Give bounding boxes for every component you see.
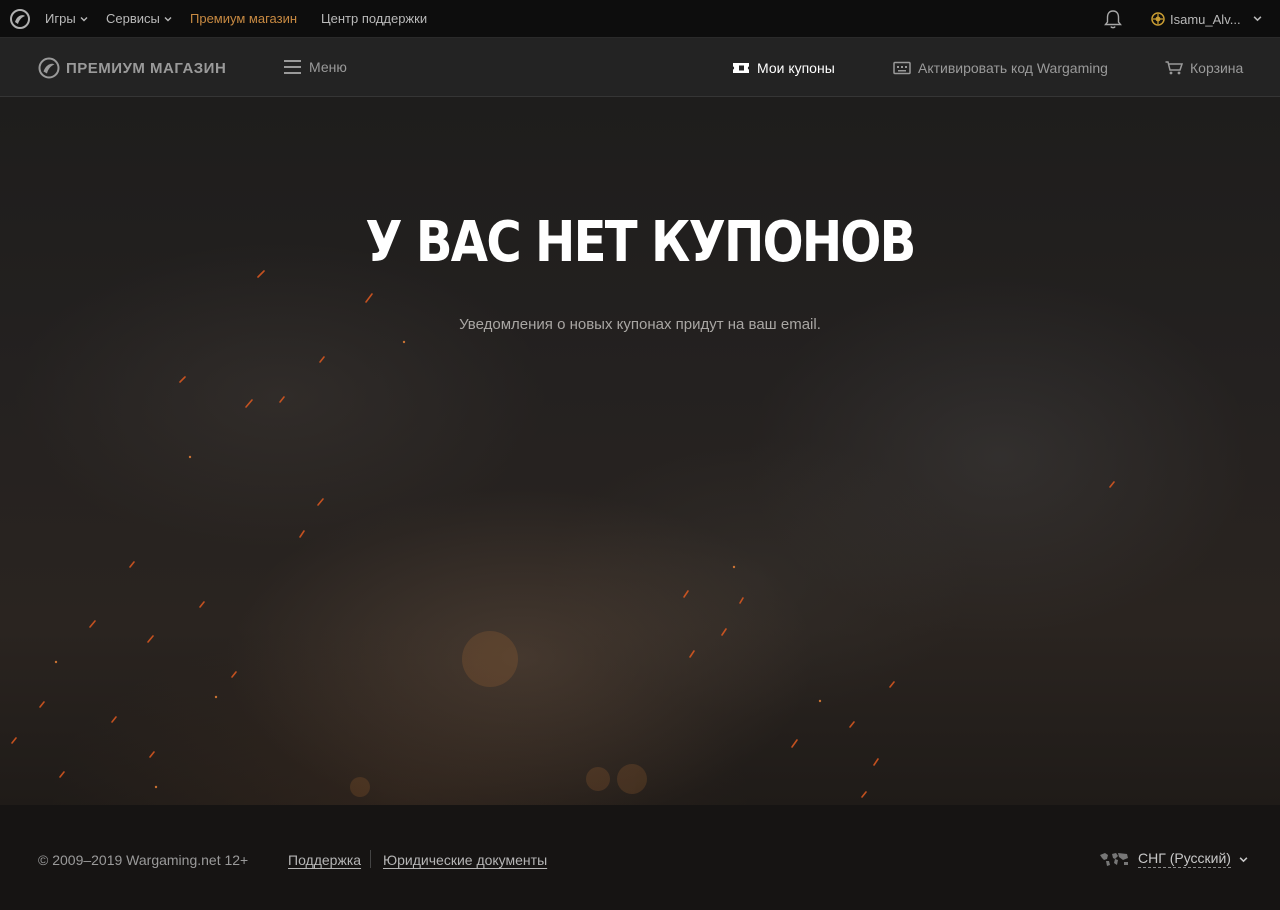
services-menu[interactable]: Сервисы	[106, 11, 172, 26]
premium-shop-label: Премиум магазин	[190, 11, 298, 26]
activate-code-label: Активировать код Wargaming	[918, 60, 1108, 76]
my-coupons-link[interactable]: Мои купоны	[732, 60, 835, 76]
chevron-down-icon	[80, 16, 88, 21]
legal-documents-link[interactable]: Юридические документы	[383, 852, 547, 868]
copyright-text: © 2009–2019 Wargaming.net 12+	[38, 852, 249, 868]
clan-crest-icon	[1151, 12, 1165, 26]
shop-header: ПРЕМИУМ МАГАЗИН Меню Мои купоны Активиро…	[0, 38, 1280, 97]
premium-shop-logo[interactable]: ПРЕМИУМ МАГАЗИН	[38, 57, 226, 79]
premium-shop-link[interactable]: Премиум магазин	[190, 11, 297, 26]
ember-sparks-background	[11, 270, 1115, 798]
page-footer: © 2009–2019 Wargaming.net 12+ Поддержка …	[0, 805, 1280, 910]
chevron-down-icon	[164, 16, 172, 21]
global-top-bar: Игры Сервисы Премиум магазин Центр подде…	[0, 0, 1280, 38]
my-coupons-label: Мои купоны	[757, 60, 835, 76]
empty-coupons-subtitle: Уведомления о новых купонах придут на ва…	[459, 316, 821, 333]
notifications-bell-icon[interactable]	[1102, 8, 1124, 30]
wargaming-logo-icon	[38, 57, 60, 79]
wargaming-logo-icon[interactable]	[10, 9, 30, 29]
hamburger-menu-icon	[284, 60, 301, 74]
support-center-link[interactable]: Центр поддержки	[321, 11, 427, 26]
shop-logo-text: ПРЕМИУМ МАГАЗИН	[66, 59, 227, 77]
cart-icon	[1165, 61, 1183, 75]
username: Isamu_Alv...	[1170, 11, 1241, 27]
services-menu-label: Сервисы	[106, 11, 160, 26]
region-language-selector[interactable]: СНГ (Русский)	[1098, 850, 1248, 868]
support-link[interactable]: Поддержка	[288, 852, 361, 868]
user-account-menu[interactable]: Isamu_Alv...	[1150, 11, 1262, 27]
chevron-down-icon	[1239, 856, 1248, 862]
empty-coupons-hero: У ВАС НЕТ КУПОНОВ Уведомления о новых ку…	[0, 97, 1280, 805]
cart-link[interactable]: Корзина	[1165, 60, 1243, 76]
world-map-icon	[1100, 853, 1128, 866]
coupon-icon	[733, 63, 749, 73]
menu-label: Меню	[309, 59, 347, 75]
region-label: СНГ (Русский)	[1138, 850, 1231, 868]
footer-divider	[370, 850, 371, 868]
games-menu-label: Игры	[45, 11, 76, 26]
empty-coupons-title: У ВАС НЕТ КУПОНОВ	[365, 210, 916, 275]
chevron-down-icon	[1253, 16, 1262, 22]
support-center-label: Центр поддержки	[321, 11, 428, 26]
cart-label: Корзина	[1190, 60, 1244, 76]
activate-code-link[interactable]: Активировать код Wargaming	[893, 60, 1108, 76]
keyboard-code-icon	[893, 61, 911, 75]
games-menu[interactable]: Игры	[45, 11, 88, 26]
menu-button[interactable]: Меню	[284, 59, 347, 75]
